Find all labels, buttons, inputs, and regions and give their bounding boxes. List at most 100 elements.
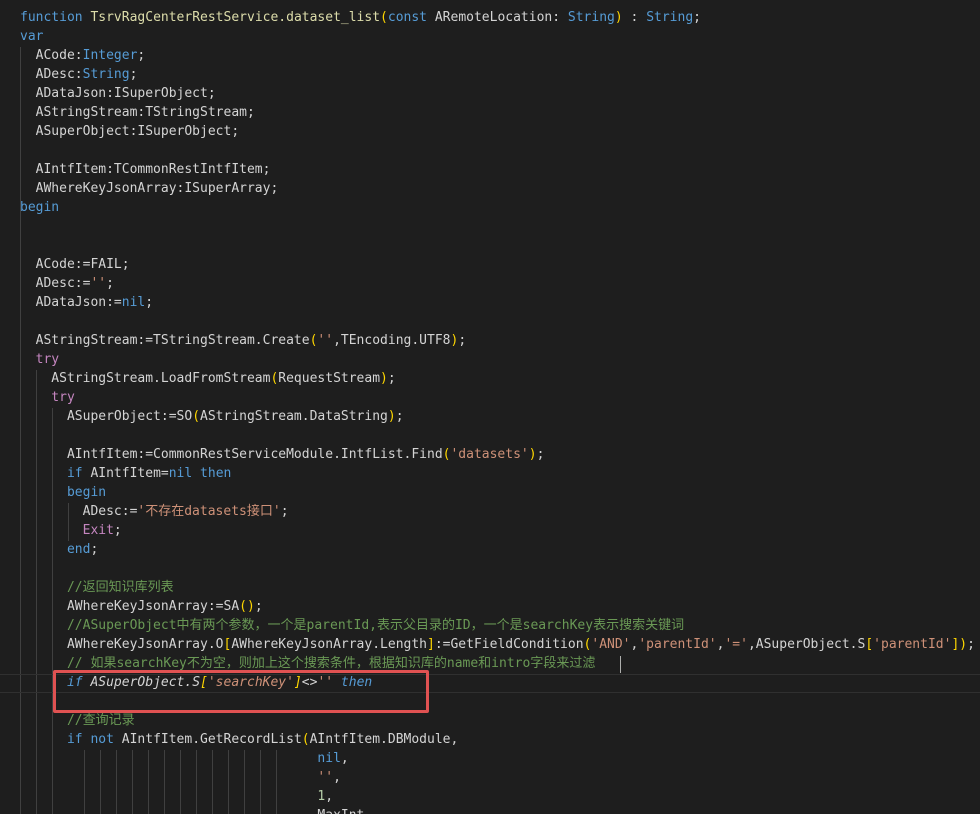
code-token: ,TEncoding.UTF8 <box>333 333 451 348</box>
code-token: ; <box>113 523 122 538</box>
code-line[interactable]: AWhereKeyJsonArray:ISuperArray; <box>20 179 279 198</box>
code-line[interactable]: AIntfItem:=CommonRestServiceModule.IntfL… <box>20 445 544 464</box>
code-line[interactable]: ADesc:String; <box>20 65 138 84</box>
code-token: not <box>90 732 122 747</box>
code-line[interactable]: ADesc:=''; <box>20 274 114 293</box>
code-token: ) <box>387 409 396 424</box>
code-token: nil <box>168 466 201 481</box>
code-line[interactable]: ACode:Integer; <box>20 46 146 65</box>
code-line[interactable]: try <box>20 388 75 407</box>
code-token: ) <box>614 10 623 25</box>
code-token: RequestStream <box>278 371 381 386</box>
code-token: ; <box>129 67 138 82</box>
code-token: AStringStream:TStringStream; <box>20 105 255 120</box>
code-token: try <box>20 390 75 405</box>
code-line[interactable]: //ASuperObject中有两个参数，一个是parentId,表示父目录的I… <box>20 616 684 635</box>
code-token: AStringStream.DataString <box>200 409 388 424</box>
code-token: AWhereKeyJsonArray.Length <box>231 637 427 652</box>
code-line[interactable]: AStringStream:TStringStream; <box>20 103 255 122</box>
code-line[interactable]: ASuperObject:ISuperObject; <box>20 122 240 141</box>
code-token: ADesc:= <box>20 504 138 519</box>
code-token: //ASuperObject中有两个参数，一个是parentId,表示父目录的I… <box>20 618 685 633</box>
code-token: () <box>239 599 255 614</box>
code-line[interactable]: '', <box>20 768 341 787</box>
code-line[interactable]: nil, <box>20 749 349 768</box>
code-token: :=GetFieldCondition <box>434 637 584 652</box>
code-line[interactable]: var <box>20 27 43 46</box>
code-line[interactable]: AWhereKeyJsonArray:=SA(); <box>20 597 263 616</box>
code-token: Integer <box>82 48 138 63</box>
code-line[interactable]: MaxInt, <box>20 806 372 814</box>
code-token: ADesc:= <box>20 276 91 291</box>
code-token: '' <box>317 333 334 348</box>
code-token: ASuperObject:ISuperObject; <box>20 124 240 139</box>
code-token: 'datasets' <box>450 447 529 462</box>
code-line[interactable]: ADataJson:ISuperObject; <box>20 84 216 103</box>
code-token: try <box>20 352 60 367</box>
code-line[interactable]: //查询记录 <box>20 711 135 730</box>
code-line[interactable]: AStringStream.LoadFromStream(RequestStre… <box>20 369 396 388</box>
code-token: ; <box>395 409 404 424</box>
code-token: 'parentId' <box>638 637 717 652</box>
code-token: ADesc: <box>20 67 83 82</box>
code-token: 'AND' <box>591 637 631 652</box>
code-token: , <box>340 751 349 766</box>
code-line[interactable]: AIntfItem:TCommonRestIntfItem; <box>20 160 271 179</box>
code-line[interactable]: AStringStream:=TStringStream.Create('',T… <box>20 331 467 350</box>
code-line[interactable]: ACode:=FAIL; <box>20 255 130 274</box>
code-token: '不存在datasets接口' <box>137 504 281 519</box>
code-line[interactable]: function TsrvRagCenterRestService.datase… <box>20 8 701 27</box>
code-line[interactable]: Exit; <box>20 521 122 540</box>
code-token: ; <box>387 371 396 386</box>
code-line[interactable]: begin <box>20 483 106 502</box>
text-cursor <box>620 656 621 673</box>
code-token: '' <box>90 276 107 291</box>
code-line[interactable]: end; <box>20 540 98 559</box>
annotation-highlight-box <box>53 670 429 713</box>
code-line[interactable]: if not AIntfItem.GetRecordList(AIntfItem… <box>20 730 458 749</box>
code-token: ; <box>137 48 146 63</box>
code-token: AIntfItem= <box>90 466 169 481</box>
code-token: ACode: <box>20 48 83 63</box>
code-token: if <box>20 732 91 747</box>
code-token: , <box>325 789 334 804</box>
code-editor[interactable]: function TsrvRagCenterRestService.datase… <box>0 0 980 814</box>
code-token: ADataJson:ISuperObject; <box>20 86 216 101</box>
code-token: //返回知识库列表 <box>20 580 174 595</box>
code-token: TsrvRagCenterRestService.dataset_list <box>90 10 381 25</box>
code-token: ] <box>427 637 435 652</box>
code-token: String <box>82 67 130 82</box>
code-token: AWhereKeyJsonArray:ISuperArray; <box>20 181 279 196</box>
code-token: ) <box>959 637 968 652</box>
code-token: AWhereKeyJsonArray:=SA <box>20 599 240 614</box>
code-line[interactable]: ASuperObject:=SO(AStringStream.DataStrin… <box>20 407 404 426</box>
code-line[interactable]: if AIntfItem=nil then <box>20 464 231 483</box>
code-line[interactable]: 1, <box>20 787 333 806</box>
code-token: AStringStream.LoadFromStream <box>20 371 271 386</box>
code-line[interactable]: //返回知识库列表 <box>20 578 174 597</box>
code-token: ASuperObject:=SO <box>20 409 193 424</box>
code-token: if <box>20 466 91 481</box>
code-token: AIntfItem.DBModule, <box>309 732 459 747</box>
code-token: ) <box>380 371 388 386</box>
code-line[interactable]: try <box>20 350 60 369</box>
code-token: ; <box>145 295 154 310</box>
code-token: const <box>387 10 435 25</box>
code-token: ( <box>301 732 310 747</box>
code-token: AWhereKeyJsonArray.O <box>20 637 224 652</box>
code-token: 1 <box>20 789 326 804</box>
code-token: end <box>20 542 91 557</box>
code-token: AIntfItem.GetRecordList <box>121 732 302 747</box>
code-token: Exit <box>20 523 114 538</box>
code-token: ; <box>967 637 975 652</box>
code-token: AIntfItem:=CommonRestServiceModule.IntfL… <box>20 447 443 462</box>
code-line[interactable]: ADataJson:=nil; <box>20 293 153 312</box>
code-token: ARemoteLocation: <box>434 10 568 25</box>
code-line[interactable]: ADesc:='不存在datasets接口'; <box>20 502 289 521</box>
code-token: ; <box>106 276 114 291</box>
code-line[interactable]: begin <box>20 198 59 217</box>
code-line[interactable]: AWhereKeyJsonArray.O [AWhereKeyJsonArray.… <box>20 635 975 654</box>
code-token: function <box>20 10 91 25</box>
code-token: AIntfItem:TCommonRestIntfItem; <box>20 162 271 177</box>
code-token: String <box>646 10 694 25</box>
